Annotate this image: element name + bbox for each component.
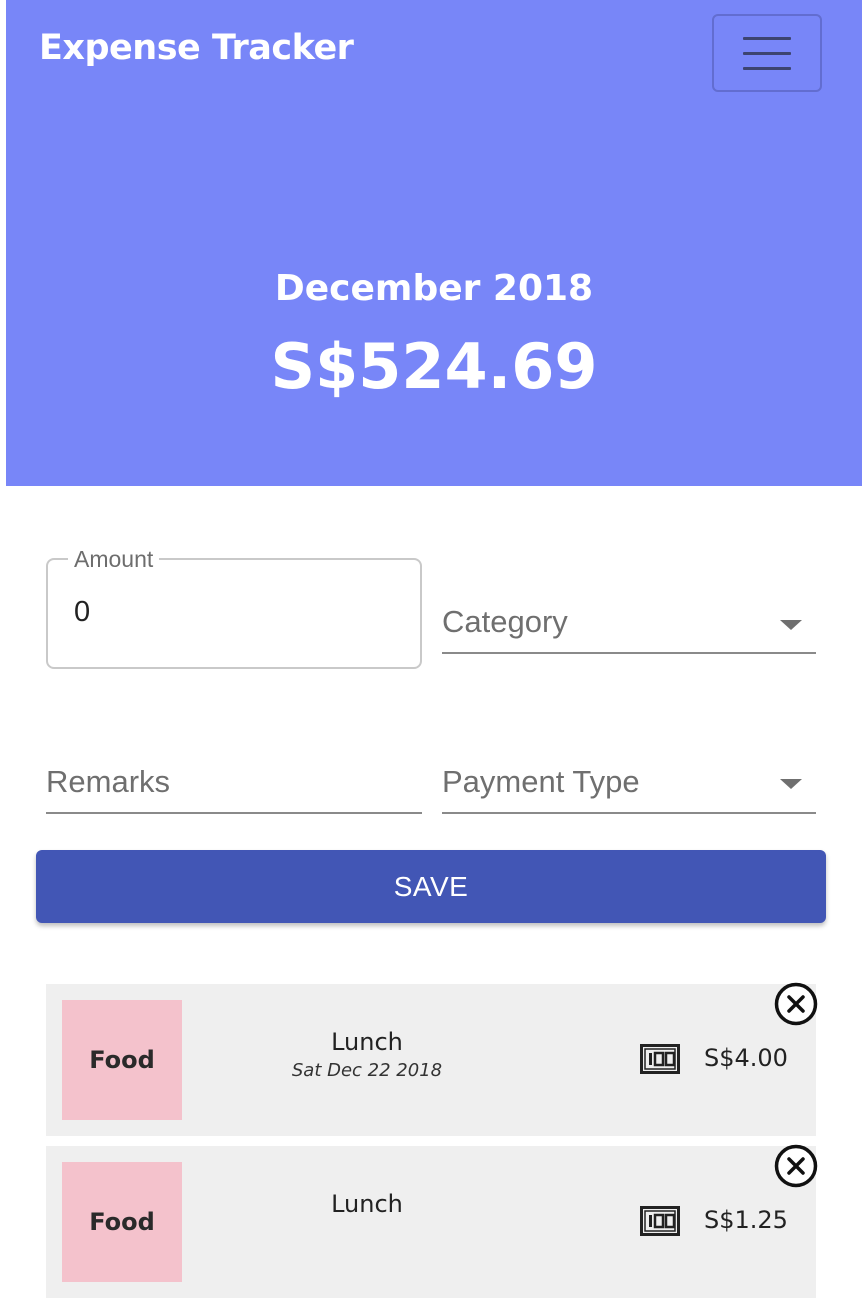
close-icon[interactable]: [774, 982, 818, 1026]
expense-details: Lunch: [266, 1190, 468, 1222]
cash-icon: [640, 1044, 680, 1074]
cash-icon: [640, 1206, 680, 1236]
monthly-total: S$524.69: [270, 330, 598, 403]
amount-field[interactable]: Amount: [46, 546, 422, 669]
dropdown-arrow-icon: [780, 779, 802, 789]
expense-date: Sat Dec 22 2018: [291, 1060, 443, 1081]
category-select[interactable]: Category: [442, 592, 816, 654]
payment-type-placeholder: Payment Type: [442, 764, 640, 799]
menu-button[interactable]: [712, 14, 822, 92]
expense-amount: S$1.25: [704, 1206, 788, 1234]
expense-amount: S$4.00: [704, 1044, 788, 1072]
expense-list-item: Food Lunch S$1.25: [46, 1144, 818, 1298]
hamburger-menu-icon: [743, 36, 791, 40]
payment-type-select[interactable]: Payment Type: [442, 752, 816, 814]
dropdown-arrow-icon: [780, 620, 802, 630]
category-placeholder: Category: [442, 604, 568, 639]
expense-remark: Lunch: [331, 1028, 403, 1056]
expense-list-item: Food Lunch Sat Dec 22 2018 S$4.00: [46, 982, 818, 1136]
amount-input[interactable]: [74, 596, 374, 629]
remarks-input[interactable]: [46, 764, 422, 800]
close-icon[interactable]: [774, 1144, 818, 1188]
month-label: December 2018: [274, 268, 594, 309]
amount-label: Amount: [68, 546, 160, 573]
category-badge: Food: [62, 1162, 182, 1282]
app-title: Expense Tracker: [39, 28, 354, 68]
summary-header: Expense Tracker December 2018 S$524.69: [6, 0, 862, 486]
remarks-field[interactable]: [46, 752, 422, 814]
expense-details: Lunch Sat Dec 22 2018: [266, 1028, 468, 1081]
expense-remark: Lunch: [331, 1190, 403, 1218]
category-badge: Food: [62, 1000, 182, 1120]
save-button[interactable]: SAVE: [36, 850, 826, 923]
hamburger-menu-icon-line: [743, 51, 791, 55]
hamburger-menu-icon-line: [743, 66, 791, 70]
